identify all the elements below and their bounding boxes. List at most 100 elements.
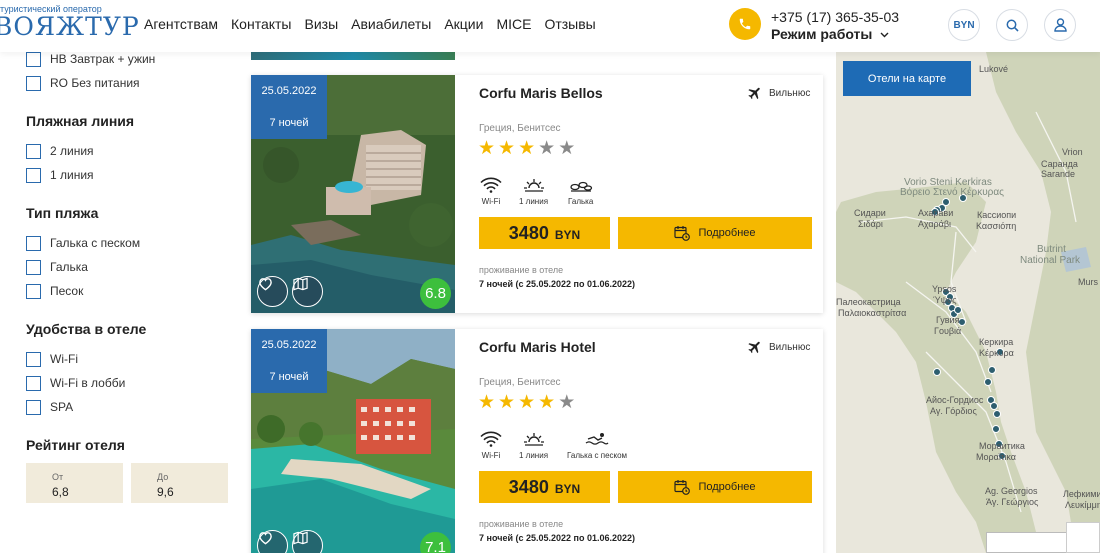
filter-meal-ro[interactable]: RO Без питания bbox=[26, 71, 236, 95]
map-label: Παλαιοκαστρίτσα bbox=[838, 308, 907, 318]
hotel-location: Греция, Бенитсес bbox=[479, 123, 561, 134]
filter-label: Галька bbox=[50, 260, 88, 274]
phone-number[interactable]: +375 (17) 365-35-03 bbox=[771, 9, 899, 25]
nights-badge: 7 ночей bbox=[251, 361, 327, 393]
checkbox[interactable] bbox=[26, 351, 41, 367]
map-label: Сидари bbox=[854, 208, 886, 218]
nav-mice[interactable]: MICE bbox=[496, 16, 531, 32]
currency-label: BYN bbox=[953, 19, 975, 31]
filter-beach-line-1[interactable]: 1 линия bbox=[26, 163, 236, 187]
star-icon: ★ bbox=[518, 138, 536, 159]
beach-type-title: Тип пляжа bbox=[26, 205, 99, 221]
hotels-map[interactable]: Отели на карте Lukové Vrion Саранда Sara… bbox=[836, 52, 1100, 553]
nav-contacts[interactable]: Контакты bbox=[231, 16, 291, 32]
page: туристический оператор ВОЯЖТУР Агентства… bbox=[0, 0, 1100, 553]
rating-from-label: От bbox=[52, 472, 64, 482]
details-button[interactable]: Подробнее bbox=[618, 217, 812, 249]
price-currency: BYN bbox=[554, 227, 581, 242]
checkbox[interactable] bbox=[26, 75, 41, 91]
nights-badge: 7 ночей bbox=[251, 107, 327, 139]
facilities-title: Удобства в отеле bbox=[26, 321, 147, 337]
checkbox[interactable] bbox=[26, 375, 41, 391]
map-label: Murs bbox=[1078, 277, 1098, 287]
filter-label: 2 линия bbox=[50, 144, 94, 158]
nav-reviews[interactable]: Отзывы bbox=[544, 16, 595, 32]
checkbox[interactable] bbox=[26, 235, 41, 251]
map-label: Butrint bbox=[1037, 244, 1066, 255]
checkbox[interactable] bbox=[26, 167, 41, 183]
favorite-button[interactable] bbox=[257, 276, 288, 307]
previous-card-photo-fragment bbox=[251, 52, 455, 60]
hotel-photo[interactable]: 25.05.2022 7 ночей 7.1 bbox=[251, 329, 455, 553]
map-label: Αχαράβι bbox=[918, 219, 952, 229]
filter-label: HB Завтрак + ужин bbox=[50, 52, 156, 66]
star-icon: ★ bbox=[558, 392, 576, 413]
rating-from-input[interactable]: От 6,8 bbox=[26, 463, 123, 503]
favorite-button[interactable] bbox=[257, 530, 288, 553]
nav-agencies[interactable]: Агентствам bbox=[144, 16, 218, 32]
user-icon bbox=[1053, 18, 1067, 32]
work-hours-dropdown[interactable]: Режим работы bbox=[771, 26, 899, 42]
show-on-map-button[interactable] bbox=[292, 530, 323, 553]
filters-sidebar: HB Завтрак + ужин RO Без питания Пляжная… bbox=[26, 51, 236, 503]
hotel-photo[interactable]: 25.05.2022 7 ночей 6.8 bbox=[251, 75, 455, 313]
checkbox[interactable] bbox=[26, 51, 41, 67]
checkbox[interactable] bbox=[26, 399, 41, 415]
map-label: Керкира bbox=[979, 337, 1014, 347]
filter-wifi-lobby[interactable]: Wi-Fi в лобби bbox=[26, 371, 236, 395]
filter-label: SPA bbox=[50, 400, 74, 414]
map-label: Палеокастрица bbox=[836, 297, 901, 307]
date-badge: 25.05.2022 bbox=[251, 329, 327, 361]
filter-spa[interactable]: SPA bbox=[26, 395, 236, 419]
amenity-label: 1 линия bbox=[519, 197, 549, 206]
amenity-label: 1 линия bbox=[519, 451, 549, 460]
map-label: Ахарави bbox=[918, 208, 954, 218]
map-label: Vrion bbox=[1062, 147, 1083, 157]
currency-button[interactable]: BYN bbox=[948, 9, 980, 41]
rating-title: Рейтинг отеля bbox=[26, 437, 125, 453]
amenity-wifi: Wi-Fi bbox=[480, 431, 502, 460]
amenity-wifi: Wi-Fi bbox=[480, 177, 502, 206]
search-button[interactable] bbox=[996, 9, 1028, 41]
hotels-on-map-button[interactable]: Отели на карте bbox=[843, 61, 971, 96]
phone-icon[interactable] bbox=[729, 8, 761, 40]
hotel-name[interactable]: Corfu Maris Bellos bbox=[479, 85, 603, 101]
details-button[interactable]: Подробнее bbox=[618, 471, 812, 503]
hotel-name[interactable]: Corfu Maris Hotel bbox=[479, 339, 596, 355]
nav-flights[interactable]: Авиабилеты bbox=[351, 16, 431, 32]
filter-beach-sand[interactable]: Песок bbox=[26, 279, 236, 303]
filter-beach-pebble-sand[interactable]: Галька с песком bbox=[26, 231, 236, 255]
show-on-map-button[interactable] bbox=[292, 276, 323, 307]
nav-visas[interactable]: Визы bbox=[305, 16, 339, 32]
checkbox[interactable] bbox=[26, 143, 41, 159]
map-label: Κασσιόπη bbox=[976, 221, 1017, 231]
star-icon: ★ bbox=[478, 392, 496, 413]
map-zoom-control[interactable] bbox=[1066, 522, 1100, 553]
stay-label: проживание в отеле bbox=[479, 265, 564, 275]
filter-wifi[interactable]: Wi-Fi bbox=[26, 347, 236, 371]
sunrise-icon bbox=[523, 179, 544, 192]
star-icon: ★ bbox=[478, 138, 496, 159]
map-label: Гувия bbox=[936, 315, 960, 325]
account-button[interactable] bbox=[1044, 9, 1076, 41]
map-label: Άγ. Γεώργιος bbox=[986, 497, 1039, 507]
rating-score-badge: 6.8 bbox=[420, 278, 451, 309]
star-icon: ★ bbox=[518, 392, 536, 413]
logo[interactable]: туристический оператор ВОЯЖТУР bbox=[0, 4, 140, 40]
rating-to-input[interactable]: До 9,6 bbox=[131, 463, 228, 503]
map-label: Sarande bbox=[1041, 169, 1076, 179]
checkbox[interactable] bbox=[26, 259, 41, 275]
nav-promotions[interactable]: Акции bbox=[444, 16, 483, 32]
rating-from-value: 6,8 bbox=[52, 485, 69, 499]
filter-beach-line-2[interactable]: 2 линия bbox=[26, 139, 236, 163]
checkbox[interactable] bbox=[26, 283, 41, 299]
rating-to-value: 9,6 bbox=[157, 485, 174, 499]
filter-beach-pebble[interactable]: Галька bbox=[26, 255, 236, 279]
price-button[interactable]: 3480 BYN bbox=[479, 217, 610, 249]
map-label: Lukové bbox=[979, 64, 1009, 74]
map-label: Βόρειο Στενό Κέρκυρας bbox=[900, 187, 1004, 198]
price-button[interactable]: 3480 BYN bbox=[479, 471, 610, 503]
map-label: Σιδάρι bbox=[858, 219, 883, 229]
airplane-icon bbox=[748, 87, 760, 100]
details-label: Подробнее bbox=[698, 227, 756, 239]
